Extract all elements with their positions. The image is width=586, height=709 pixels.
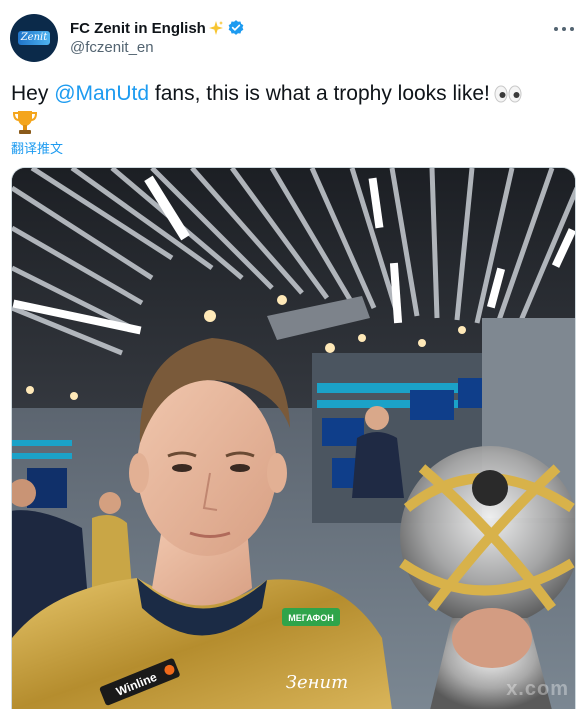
display-name[interactable]: FC Zenit in English — [70, 20, 206, 37]
mention-link[interactable]: @ManUtd — [54, 82, 149, 105]
more-options-icon[interactable] — [554, 19, 574, 39]
tweet-text-start: Hey — [11, 82, 55, 105]
sparkle-icon — [208, 21, 223, 35]
photo-illustration: МЕГАФОН Зенит Winline — [12, 168, 575, 709]
translate-tweet-link[interactable]: 翻译推文 — [11, 138, 63, 157]
tweet-text: Hey @ManUtd fans, this is what a trophy … — [11, 80, 581, 108]
tweet-text-end: fans, this is what a trophy looks like! — [149, 82, 490, 105]
user-handle[interactable]: @fczenit_en — [70, 39, 154, 56]
jersey-logo: Зенит — [286, 672, 348, 693]
trophy-emoji-icon — [12, 111, 38, 134]
watermark: x.com — [506, 678, 569, 700]
tweet-photo[interactable]: МЕГАФОН Зенит Winline x.com — [11, 167, 576, 709]
avatar-crest-text: Zenit — [20, 32, 48, 43]
verified-badge-icon — [228, 20, 244, 35]
tweet-header: Zenit FC Zenit in English @fczenit_en — [0, 0, 586, 72]
eyes-emoji-icon — [494, 85, 522, 103]
avatar[interactable]: Zenit — [10, 14, 58, 62]
name-row: FC Zenit in English — [70, 17, 245, 39]
jersey-sponsor: МЕГАФОН — [288, 613, 334, 623]
